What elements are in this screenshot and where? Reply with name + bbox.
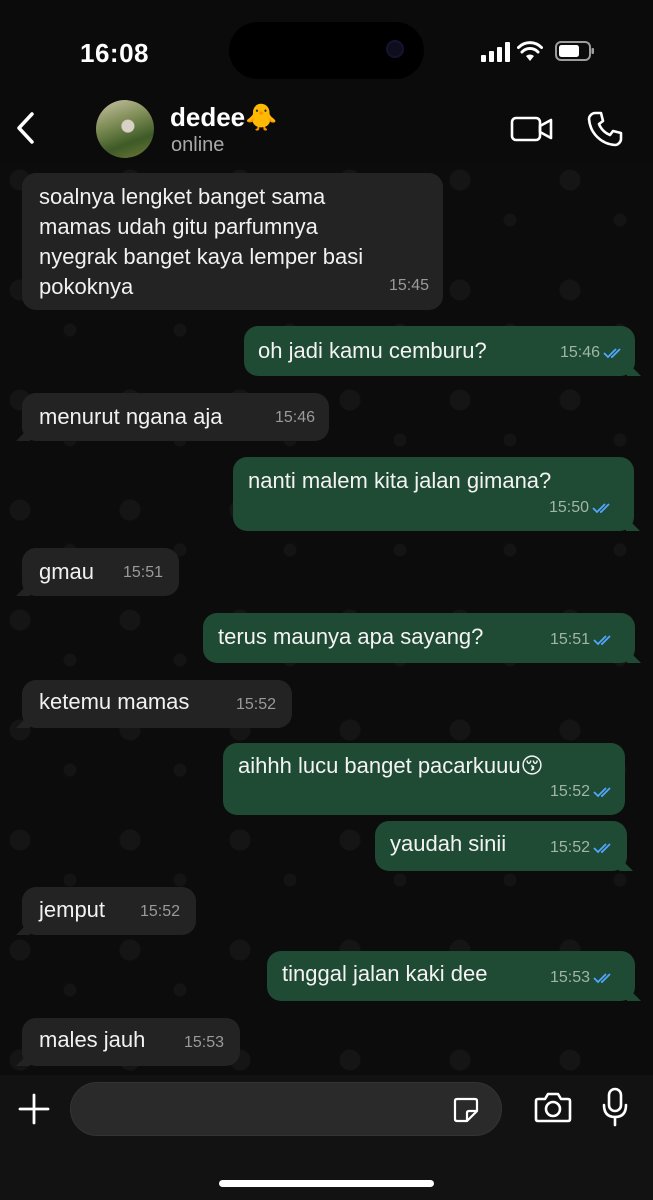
- message-time: 15:53: [550, 963, 615, 993]
- message-text: ketemu mamas: [39, 689, 190, 714]
- message-time: 15:50: [549, 493, 614, 523]
- message-time-text: 15:50: [548, 499, 589, 516]
- message-outgoing[interactable]: yaudah sinii 15:52: [375, 821, 633, 871]
- message-outgoing[interactable]: aihhh lucu banget pacarkuuu😚 15:52: [223, 743, 625, 815]
- message-text: nanti malem kita jalan gimana?: [248, 468, 552, 493]
- message-text: terus maunya apa sayang?: [218, 624, 484, 649]
- read-ticks-icon: [593, 843, 611, 854]
- bubble-tail: [16, 714, 30, 728]
- camera-icon[interactable]: [534, 1091, 572, 1123]
- signal-icon: [481, 42, 510, 62]
- message-outgoing[interactable]: nanti malem kita jalan gimana? 15:50: [233, 457, 640, 531]
- message-time: 15:52: [550, 777, 615, 807]
- message-text: jemput: [39, 897, 106, 922]
- bubble-tail: [619, 857, 633, 871]
- message-time: 15:52: [235, 696, 276, 713]
- message-time: 15:53: [183, 1034, 224, 1051]
- bubble-tail: [627, 649, 641, 663]
- video-call-icon[interactable]: [510, 114, 554, 144]
- front-camera: [386, 40, 404, 58]
- message-time: 15:46: [274, 409, 315, 426]
- bubble-tail: [626, 517, 640, 531]
- message-text: soalnya lengket banget sama mamas udah g…: [39, 184, 364, 299]
- voice-call-icon[interactable]: [586, 110, 624, 148]
- read-ticks-icon: [593, 787, 611, 798]
- message-time-text: 15:51: [549, 631, 590, 648]
- bubble-tail: [16, 582, 30, 596]
- bubble-tail: [16, 1052, 30, 1066]
- message-text: aihhh lucu banget pacarkuuu😚: [238, 753, 544, 778]
- status-time: 16:08: [80, 38, 149, 68]
- message-text: oh jadi kamu cemburu?: [258, 338, 487, 363]
- message-outgoing[interactable]: tinggal jalan kaki dee 15:53: [267, 951, 641, 1001]
- message-time-text: 15:46: [559, 344, 600, 361]
- plus-icon[interactable]: [18, 1093, 50, 1125]
- read-ticks-icon: [603, 348, 621, 359]
- message-text: males jauh: [39, 1027, 146, 1052]
- contact-status: online: [171, 134, 225, 156]
- message-time: 15:45: [388, 277, 429, 294]
- message-text: gmau: [39, 559, 95, 584]
- contact-avatar[interactable]: [96, 100, 154, 158]
- message-time-text: 15:52: [549, 839, 590, 856]
- message-text: tinggal jalan kaki dee: [282, 961, 488, 986]
- message-time: 15:51: [550, 625, 615, 655]
- message-incoming[interactable]: jemput 15:52: [16, 887, 196, 935]
- status-bar: 16:08: [0, 0, 653, 96]
- message-time: 15:52: [139, 903, 180, 920]
- composer-bar: [0, 1075, 653, 1200]
- message-incoming[interactable]: males jauh 15:53: [16, 1018, 240, 1066]
- message-time: 15:51: [122, 564, 163, 581]
- bubble-tail: [16, 427, 30, 441]
- message-text: menurut ngana aja: [39, 404, 223, 429]
- message-outgoing[interactable]: terus maunya apa sayang? 15:51: [203, 613, 641, 663]
- read-ticks-icon: [593, 635, 611, 646]
- chat-header: dedee🐥 online: [0, 96, 653, 164]
- message-incoming[interactable]: gmau 15:51: [16, 548, 179, 596]
- battery-icon: [555, 41, 594, 61]
- message-outgoing[interactable]: oh jadi kamu cemburu? 15:46: [244, 326, 641, 376]
- message-input[interactable]: [70, 1082, 502, 1136]
- bubble-tail: [627, 362, 641, 376]
- back-chevron-icon[interactable]: [12, 110, 42, 146]
- bubble-tail: [627, 987, 641, 1001]
- sticker-icon[interactable]: [453, 1097, 479, 1123]
- message-time: 15:52: [550, 833, 615, 863]
- home-indicator: [219, 1180, 434, 1187]
- message-incoming[interactable]: ketemu mamas 15:52: [16, 680, 292, 728]
- message-text: yaudah sinii: [390, 831, 507, 856]
- message-time: 15:46: [560, 338, 625, 368]
- contact-name[interactable]: dedee🐥: [170, 102, 278, 133]
- message-time-text: 15:52: [549, 783, 590, 800]
- message-incoming[interactable]: soalnya lengket banget sama mamas udah g…: [22, 173, 443, 310]
- microphone-icon[interactable]: [602, 1087, 628, 1127]
- read-ticks-icon: [593, 973, 611, 984]
- read-ticks-icon: [592, 503, 610, 514]
- message-incoming[interactable]: menurut ngana aja 15:46: [16, 393, 329, 441]
- message-time-text: 15:53: [549, 969, 590, 986]
- wifi-icon: [517, 41, 543, 61]
- bubble-tail: [16, 921, 30, 935]
